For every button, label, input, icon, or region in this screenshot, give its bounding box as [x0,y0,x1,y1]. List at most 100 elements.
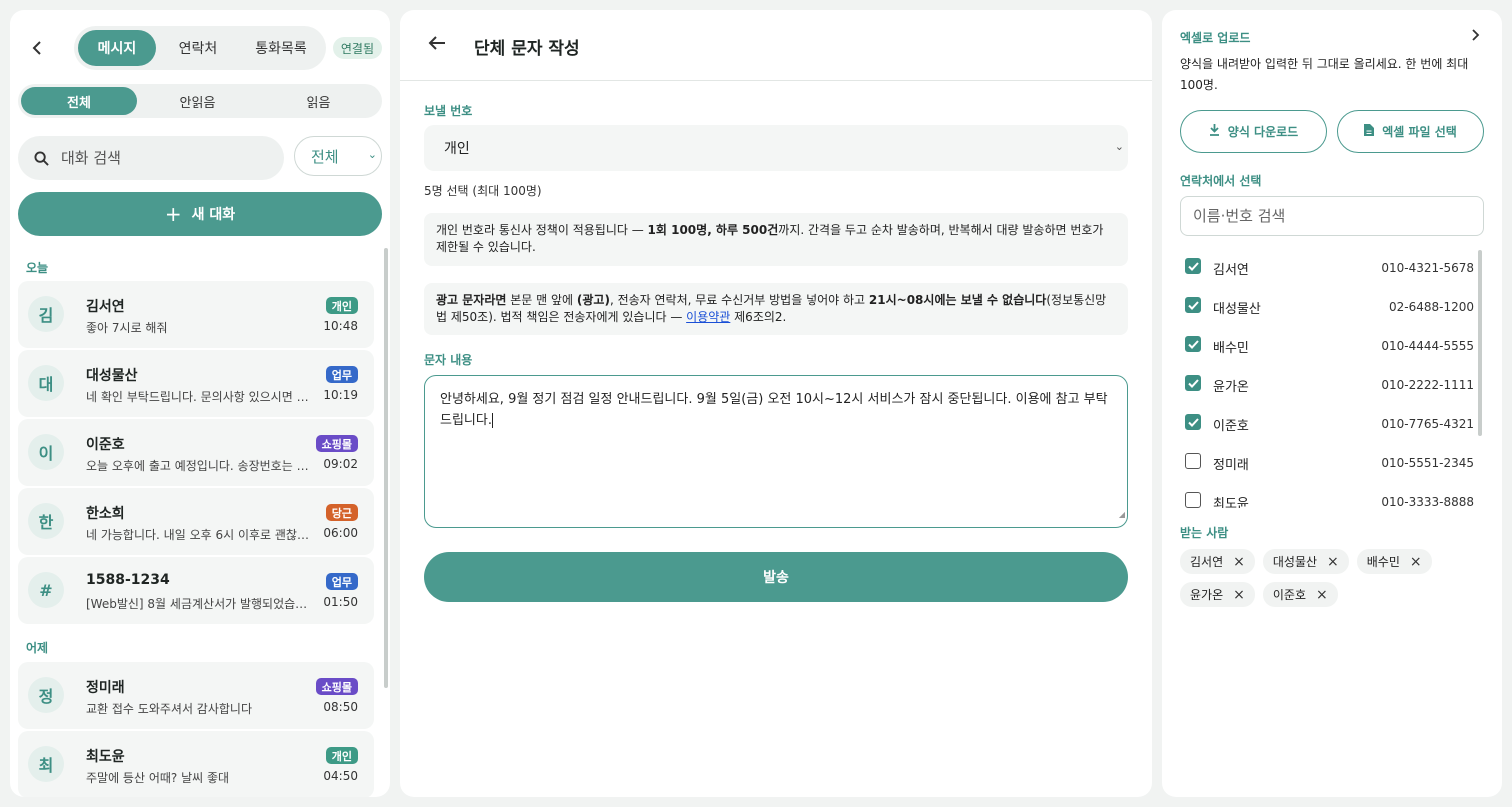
contact-checkbox[interactable] [1185,414,1201,430]
selection-count: 5명 선택 (최대 100명) [424,184,542,198]
contact-row[interactable]: 윤가온 010-2222-1111 [1180,365,1484,404]
conversation-item[interactable]: 정 정미래 교환 접수 도와주셔서 감사합니다 쇼핑몰 08:50 [18,662,374,729]
avatar: 최 [28,746,64,782]
conversation-item[interactable]: 최 최도윤 주말에 등산 어때? 날씨 좋대 개인 04:50 [18,731,374,797]
content-label: 문자 내용 [424,353,473,367]
excel-upload-description: 양식을 내려받아 입력한 뒤 그대로 올리세요. 한 번에 최대 100명. [1180,57,1469,92]
category-tag: 개인 [325,747,358,764]
contact-row[interactable]: 정미래 010-5551-2345 [1180,443,1484,482]
contacts-select-label: 연락처에서 선택 [1180,174,1262,188]
filter-all[interactable]: 전체 [21,87,137,115]
conversation-preview: 오늘 오후에 출고 예정입니다. 송장번호는 추후 안내드릴게요 [86,459,312,473]
new-chat-label: 새 대화 [191,207,236,223]
close-icon[interactable]: × [1233,587,1245,603]
conversation-time: 10:19 [323,388,358,402]
category-select[interactable]: 전체 ⌄ [294,136,382,176]
conversation-preview: [Web발신] 8월 세금계산서가 발행되었습니다 [86,597,312,611]
contact-name: 배수민 [1213,341,1249,356]
search-input[interactable] [61,149,261,167]
terms-link[interactable]: 이용약관 [686,310,730,324]
sender-value: 개인 [444,141,470,157]
tab-call-log[interactable]: 통화목록 [240,30,322,66]
contact-checkbox[interactable] [1185,336,1201,352]
recipient-name: 이준호 [1272,588,1306,602]
contact-row[interactable]: 배수민 010-4444-5555 [1180,326,1484,365]
contact-checkbox[interactable] [1185,453,1201,469]
conversation-preview: 네 가능합니다. 내일 오후 6시 이후로 괜찮으세요? [86,528,312,542]
sender-label: 보낼 번호 [424,104,473,118]
ad-law-notice: 광고 문자라면 본문 맨 앞에 (광고), 전송자 연락처, 무료 수신거부 방… [424,283,1128,335]
close-icon[interactable]: × [1233,554,1245,570]
file-icon [1364,124,1375,139]
back-button[interactable] [18,26,58,70]
close-icon[interactable]: × [1410,554,1422,570]
conversation-name: 최도윤 [86,749,125,765]
arrow-left-icon[interactable] [428,32,446,56]
avatar: 대 [28,365,64,401]
recipient-chip: 윤가온 × [1180,582,1255,607]
contact-row[interactable]: 대성물산 02-6488-1200 [1180,287,1484,326]
contact-name: 김서연 [1213,263,1249,278]
category-tag: 업무 [325,366,358,383]
page-title: 단체 문자 작성 [474,39,580,59]
conversation-name: 1588-1234 [86,572,170,588]
yesterday-conversation-list: 정 정미래 교환 접수 도와주셔서 감사합니다 쇼핑몰 08:50 최 최도윤주말에 등산 … [18,662,374,797]
conversation-time: 06:00 [323,526,358,540]
download-template-label: 양식 다운로드 [1227,125,1299,139]
conversation-item[interactable]: #1588-1234 [Web발신] 8월 세금계산서가 발행되었습니다 업무 01:… [18,557,374,624]
conversation-name: 한소희 [86,506,125,522]
chevron-right-icon[interactable] [1472,26,1480,45]
new-chat-button[interactable]: + 새 대화 [18,192,382,236]
contact-search-input[interactable] [1193,207,1473,225]
message-textarea[interactable]: 안녕하세요, 9월 정기 점검 일정 안내드립니다. 9월 5일(금) 오전 1… [424,375,1128,528]
search-icon [34,150,49,166]
contact-row[interactable]: 김서연 010-4321-5678 [1180,248,1484,287]
category-tag: 쇼핑몰 [315,678,358,695]
contact-search [1180,196,1484,236]
scrollbar[interactable] [384,248,388,688]
recipient-chip: 배수민 × [1356,549,1432,574]
send-button[interactable]: 발송 [424,552,1128,602]
close-icon[interactable]: × [1316,587,1328,603]
conversation-preview: 좋아 7시로 해줘 [86,321,168,335]
excel-upload-title[interactable]: 엑셀로 업로드 [1180,29,1250,46]
conversation-name: 정미래 [86,680,125,696]
select-excel-file-button[interactable]: 엑셀 파일 선택 [1337,110,1484,153]
tab-contacts[interactable]: 연락처 [156,30,240,66]
group-message-composer: 단체 문자 작성 보낼 번호 개인 ⌄ 5명 선택 (최대 100명) 개인 번… [400,10,1152,797]
contact-checkbox[interactable] [1185,297,1201,313]
contact-checkbox[interactable] [1185,375,1201,391]
sender-select[interactable]: 개인 ⌄ [424,125,1128,171]
recipient-chip: 이준호 × [1262,582,1338,607]
contact-phone: 010-5551-2345 [1381,456,1474,470]
contact-checkbox[interactable] [1185,258,1201,274]
conversation-preview: 주말에 등산 어때? 날씨 좋대 [86,771,230,785]
close-icon[interactable]: × [1327,554,1339,570]
category-tag: 개인 [325,297,358,314]
conversation-preview: 네 확인 부탁드립니다. 문의사항 있으시면 연락주세요 [86,390,312,404]
contact-checkbox[interactable] [1185,492,1201,508]
conversation-item[interactable]: 김 김서연 좋아 7시로 해줘 개인 10:48 [18,281,374,348]
notice-bold: (광고) [576,293,610,307]
download-template-button[interactable]: 양식 다운로드 [1180,110,1327,153]
category-select-value: 전체 [311,147,339,166]
main-tabs: 메시지 연락처 통화목록 [74,26,326,70]
scrollbar[interactable] [1478,250,1482,436]
download-icon [1209,124,1220,139]
contact-row[interactable]: 최도윤 010-3333-8888 [1180,482,1484,508]
filter-read[interactable]: 읽음 [258,87,379,115]
conversation-name: 대성물산 [86,368,138,384]
contact-name: 최도윤 [1213,497,1249,508]
resize-handle-icon[interactable]: ◢ [1119,504,1125,525]
contact-row[interactable]: 이준호 010-7765-4321 [1180,404,1484,443]
conversation-item[interactable]: 한 한소희 네 가능합니다. 내일 오후 6시 이후로 괜찮으세요? 당근 06:00 [18,488,374,555]
contact-phone: 010-4444-5555 [1381,339,1474,353]
category-tag: 업무 [325,573,358,590]
conversation-item[interactable]: 대 대성물산네 확인 부탁드립니다. 문의사항 있으시면 연락주세요 업무 10:19 [18,350,374,417]
recipient-panel: 엑셀로 업로드 양식을 내려받아 입력한 뒤 그대로 올리세요. 한 번에 최대… [1162,10,1502,797]
conversation-item[interactable]: 이 이준호오늘 오후에 출고 예정입니다. 송장번호는 추후 안내드릴게요쇼핑몰 0… [18,419,374,486]
avatar: # [28,572,64,608]
filter-unread[interactable]: 안읽음 [137,87,258,115]
tab-messages[interactable]: 메시지 [78,30,156,66]
conversation-time: 01:50 [323,595,358,609]
